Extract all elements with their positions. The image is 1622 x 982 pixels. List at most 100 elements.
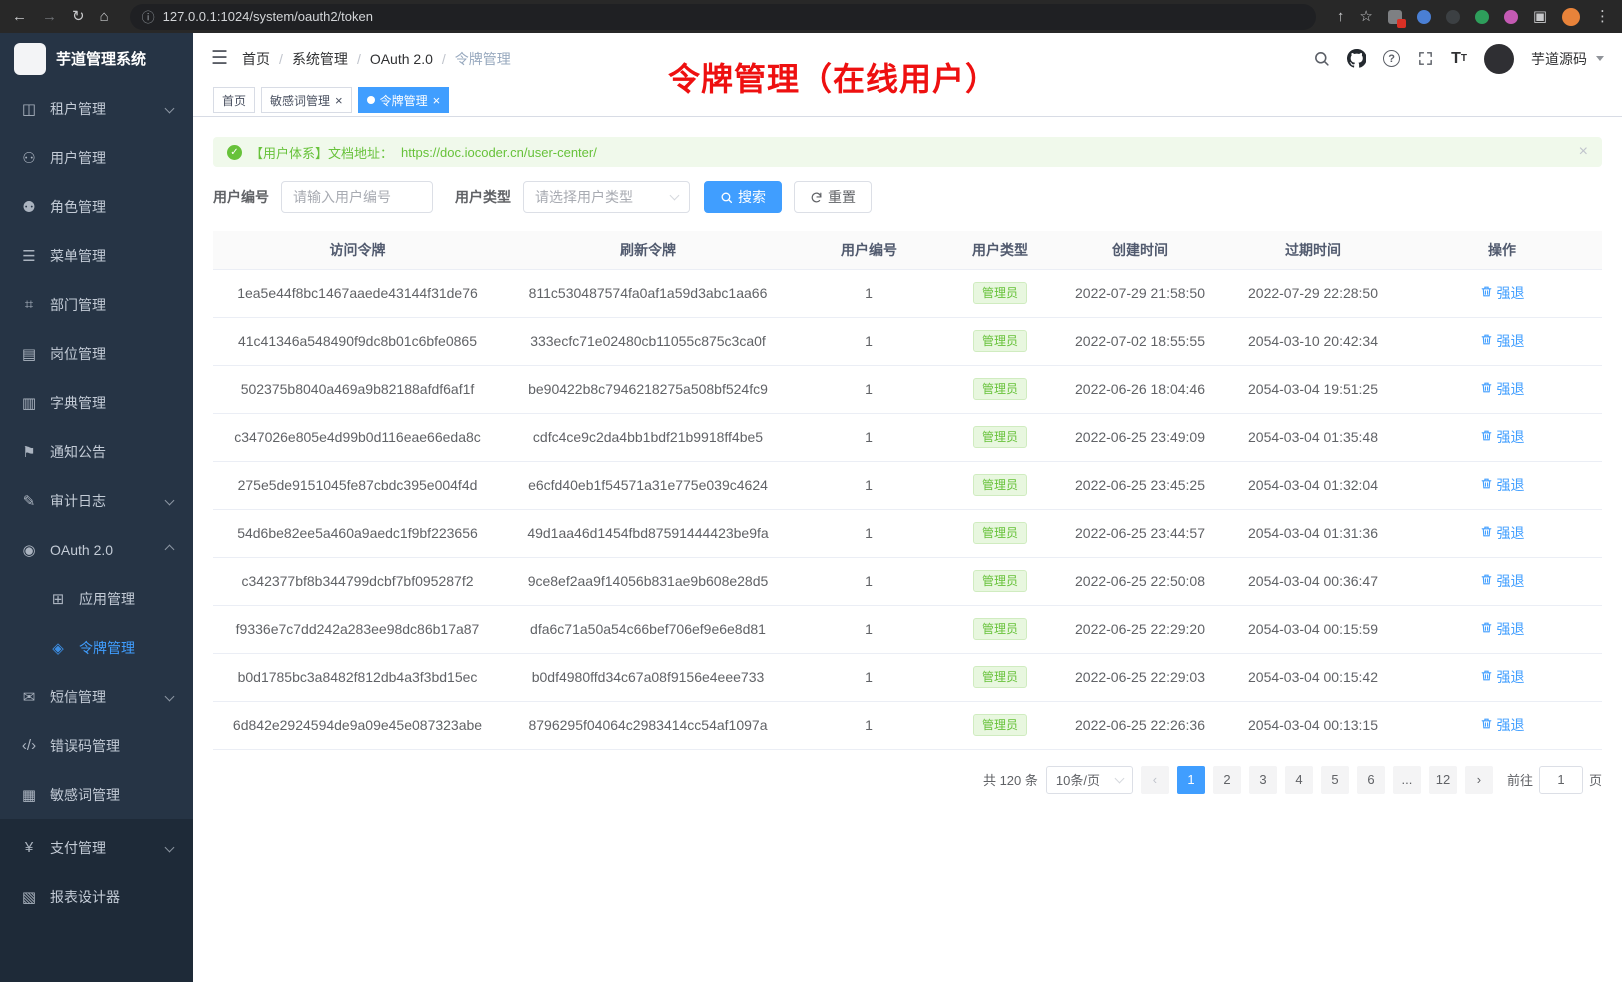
prev-page-button[interactable]: ‹ [1141, 766, 1169, 794]
page-button-6[interactable]: 6 [1357, 766, 1385, 794]
browser-menu-icon[interactable]: ⋮ [1595, 9, 1610, 24]
sidebar-item-audit-log[interactable]: ✎审计日志 [0, 476, 193, 525]
force-logout-button[interactable]: 强退 [1480, 571, 1525, 591]
create-time-cell: 2022-06-25 22:29:03 [1056, 653, 1224, 701]
chevron-down-icon[interactable] [1596, 56, 1604, 61]
extension-icon-purple[interactable] [1504, 10, 1518, 24]
breadcrumb-item[interactable]: 系统管理 [292, 49, 348, 69]
sidebar-item-oauth2-app[interactable]: ⊞应用管理 [0, 574, 193, 623]
fullscreen-icon[interactable] [1417, 50, 1434, 67]
page-button-4[interactable]: 4 [1285, 766, 1313, 794]
force-logout-button[interactable]: 强退 [1480, 379, 1525, 399]
doc-link[interactable]: https://doc.iocoder.cn/user-center/ [401, 145, 597, 160]
sidebar-item-role[interactable]: ⚉角色管理 [0, 182, 193, 231]
user-type-placeholder: 请选择用户类型 [535, 187, 633, 207]
extension-icon-blue[interactable] [1417, 10, 1431, 24]
force-logout-button[interactable]: 强退 [1480, 427, 1525, 447]
force-logout-button[interactable]: 强退 [1480, 667, 1525, 687]
reset-button[interactable]: 重置 [794, 181, 872, 213]
search-button[interactable]: 搜索 [704, 181, 782, 213]
site-info-icon[interactable]: ⓘ [142, 7, 155, 26]
page-size-select[interactable]: 10条/页 [1046, 766, 1133, 794]
sidebar-item-sensitive-word[interactable]: ▦敏感词管理 [0, 770, 193, 819]
app-logo[interactable]: 芋道管理系统 [0, 33, 193, 84]
sidebar-item-label: 应用管理 [79, 589, 193, 609]
sidebar-item-dept[interactable]: ⌗部门管理 [0, 280, 193, 329]
sidebar-item-post[interactable]: ▤岗位管理 [0, 329, 193, 378]
extension-icon-dark[interactable] [1446, 10, 1460, 24]
bookmark-star-icon[interactable]: ☆ [1359, 9, 1372, 24]
sidebar-item-oauth2[interactable]: ◉OAuth 2.0 [0, 525, 193, 574]
user-id-input[interactable] [281, 181, 433, 213]
sidebar-toggle-icon[interactable]: ☰ [211, 47, 228, 70]
home-icon[interactable]: ⌂ [100, 9, 109, 24]
breadcrumb-separator: / [279, 51, 283, 67]
tabs-bar: 首页敏感词管理×令牌管理× [193, 84, 1622, 117]
user-avatar[interactable] [1484, 44, 1514, 74]
sms-message-icon: ✉ [20, 688, 38, 706]
token-broadcast-icon: ◈ [49, 639, 67, 657]
sidebar-item-error-code[interactable]: ‹/›错误码管理 [0, 721, 193, 770]
force-logout-button[interactable]: 强退 [1480, 715, 1525, 735]
force-logout-button[interactable]: 强退 [1480, 619, 1525, 639]
browser-profile-avatar[interactable] [1562, 8, 1580, 26]
create-time-cell: 2022-07-02 18:55:55 [1056, 317, 1224, 365]
column-header: 操作 [1402, 231, 1602, 269]
github-icon[interactable] [1347, 49, 1366, 68]
user-type-select[interactable]: 请选择用户类型 [523, 181, 690, 213]
extensions-icon[interactable] [1388, 10, 1402, 24]
page-button-5[interactable]: 5 [1321, 766, 1349, 794]
user-type-badge: 管理员 [973, 474, 1027, 496]
user-name[interactable]: 芋道源码 [1531, 49, 1587, 69]
sidebar-item-report-designer[interactable]: ▧报表设计器 [0, 872, 193, 921]
page-button-2[interactable]: 2 [1213, 766, 1241, 794]
forward-icon[interactable]: → [42, 9, 57, 24]
font-size-icon[interactable]: TT [1451, 50, 1467, 68]
page-button-1[interactable]: 1 [1177, 766, 1205, 794]
goto-page-input[interactable] [1539, 766, 1583, 794]
extension-icon-green[interactable] [1475, 10, 1489, 24]
logo-image [14, 43, 46, 75]
column-header: 刷新令牌 [502, 231, 794, 269]
extension-badge [1397, 19, 1406, 28]
sidebar-item-notice[interactable]: ⚑通知公告 [0, 427, 193, 476]
back-icon[interactable]: ← [12, 9, 27, 24]
navbar-tools: ? TT 芋道源码 [1313, 44, 1604, 74]
help-icon[interactable]: ? [1383, 50, 1400, 67]
next-page-button[interactable]: › [1465, 766, 1493, 794]
sidebar-item-pay[interactable]: ¥支付管理 [0, 823, 193, 872]
trash-icon [1480, 573, 1493, 589]
navbar: ☰ 首页/系统管理/OAuth 2.0/令牌管理 ? TT 芋道源码 [193, 33, 1622, 84]
force-logout-button[interactable]: 强退 [1480, 523, 1525, 543]
access-token-cell: 54d6be82ee5a460a9aedc1f9bf223656 [213, 509, 502, 557]
tab-close-icon[interactable]: × [335, 94, 343, 107]
tab-home[interactable]: 首页 [213, 87, 255, 113]
breadcrumb-item[interactable]: 首页 [242, 49, 270, 69]
tab-close-icon[interactable]: × [433, 94, 441, 107]
audit-log-icon: ✎ [20, 492, 38, 510]
force-logout-button[interactable]: 强退 [1480, 331, 1525, 351]
force-logout-button[interactable]: 强退 [1480, 475, 1525, 495]
tab-oauth2-token[interactable]: 令牌管理× [358, 87, 450, 113]
user-id-cell: 1 [794, 605, 944, 653]
breadcrumb-item[interactable]: OAuth 2.0 [370, 51, 433, 67]
sidebar-item-tenant[interactable]: ◫租户管理 [0, 84, 193, 133]
page-button-12[interactable]: 12 [1429, 766, 1457, 794]
address-bar[interactable]: ⓘ 127.0.0.1:1024/system/oauth2/token [130, 4, 1316, 30]
sidebar-item-oauth2-token[interactable]: ◈令牌管理 [0, 623, 193, 672]
share-icon[interactable]: ↑ [1337, 9, 1345, 24]
page-button-3[interactable]: 3 [1249, 766, 1277, 794]
page-more-button[interactable]: ... [1393, 766, 1421, 794]
sidebar-item-dict[interactable]: ▥字典管理 [0, 378, 193, 427]
sidebar-item-sms[interactable]: ✉短信管理 [0, 672, 193, 721]
alert-close-icon[interactable]: × [1579, 143, 1588, 161]
tab-sensitive-word[interactable]: 敏感词管理× [261, 87, 352, 113]
search-icon[interactable] [1313, 50, 1330, 67]
sidebar-item-user[interactable]: ⚇用户管理 [0, 133, 193, 182]
force-logout-button[interactable]: 强退 [1480, 283, 1525, 303]
tab-groups-icon[interactable]: ▣ [1533, 9, 1547, 24]
user-type-badge: 管理员 [973, 378, 1027, 400]
goto-page: 前往 页 [1507, 766, 1602, 794]
sidebar-item-menu[interactable]: ☰菜单管理 [0, 231, 193, 280]
reload-icon[interactable]: ↻ [72, 9, 85, 24]
